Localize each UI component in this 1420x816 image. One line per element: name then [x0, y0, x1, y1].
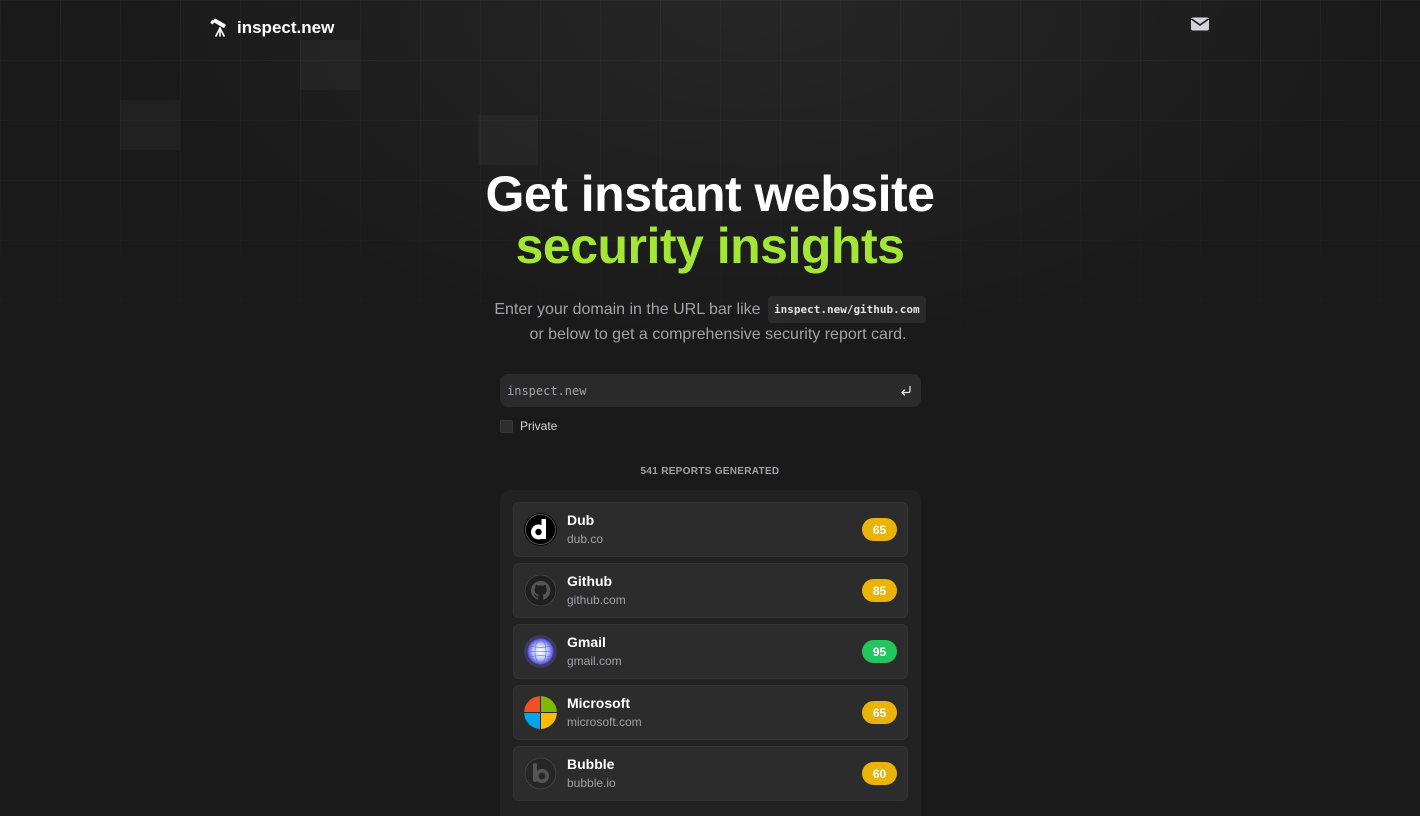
report-domain: gmail.com	[567, 654, 622, 668]
report-name: Microsoft	[567, 695, 630, 711]
report-name: Bubble	[567, 756, 615, 772]
reports-count: 541 REPORTS GENERATED	[640, 466, 780, 477]
brand-name: inspect.new	[237, 18, 335, 37]
report-item-github[interactable]: Github github.com 85	[513, 563, 908, 618]
hero-subtitle: Enter your domain in the URL bar like in…	[0, 296, 1420, 346]
private-toggle[interactable]: Private	[500, 419, 557, 433]
github-logo-icon	[524, 574, 557, 607]
report-item-gmail[interactable]: Gmail gmail.com 95	[513, 624, 908, 679]
subtitle-text-after: or below to get a comprehensive security…	[529, 326, 907, 343]
brand-logo[interactable]: inspect.new	[210, 16, 334, 40]
report-item-bubble[interactable]: Bubble bubble.io 60	[513, 746, 908, 801]
gmail-globe-icon	[524, 635, 557, 668]
report-name: Dub	[567, 512, 595, 528]
report-domain: github.com	[567, 593, 626, 607]
report-item-microsoft[interactable]: Microsoft microsoft.com 65	[513, 685, 908, 740]
dub-logo-icon	[524, 513, 557, 546]
report-domain: dub.co	[567, 532, 604, 546]
hero-title-line2: security insights	[515, 218, 905, 274]
score-badge: 65	[862, 701, 897, 724]
private-label: Private	[520, 419, 558, 433]
telescope-icon	[210, 18, 226, 37]
background-tile	[478, 115, 538, 165]
score-badge: 65	[862, 518, 897, 541]
microsoft-logo-icon	[524, 696, 557, 729]
report-domain: bubble.io	[567, 776, 616, 790]
page: inspect.new Get instant website security…	[0, 0, 1420, 816]
score-badge: 95	[862, 640, 897, 663]
domain-search-box[interactable]	[500, 374, 921, 407]
score-badge: 60	[862, 762, 897, 785]
reports-list: Dub dub.co 65 Github github.com 85 Gmail…	[500, 490, 921, 816]
report-domain: microsoft.com	[567, 715, 642, 729]
report-name: Gmail	[567, 634, 606, 650]
mail-icon[interactable]	[1190, 16, 1210, 32]
private-checkbox[interactable]	[500, 419, 513, 433]
report-name: Github	[567, 573, 613, 589]
subtitle-text-before: Enter your domain in the URL bar like	[494, 301, 761, 318]
hero-title: Get instant website security insights	[0, 168, 1420, 272]
domain-input[interactable]	[507, 383, 900, 398]
background-tile	[120, 100, 180, 150]
bubble-logo-icon	[524, 757, 557, 790]
score-badge: 85	[862, 579, 897, 602]
enter-icon[interactable]	[900, 385, 912, 397]
example-url-code: inspect.new/github.com	[767, 296, 926, 323]
report-item-dub[interactable]: Dub dub.co 65	[513, 502, 908, 557]
background-tile	[300, 40, 360, 90]
hero-title-line1: Get instant website	[485, 166, 935, 222]
